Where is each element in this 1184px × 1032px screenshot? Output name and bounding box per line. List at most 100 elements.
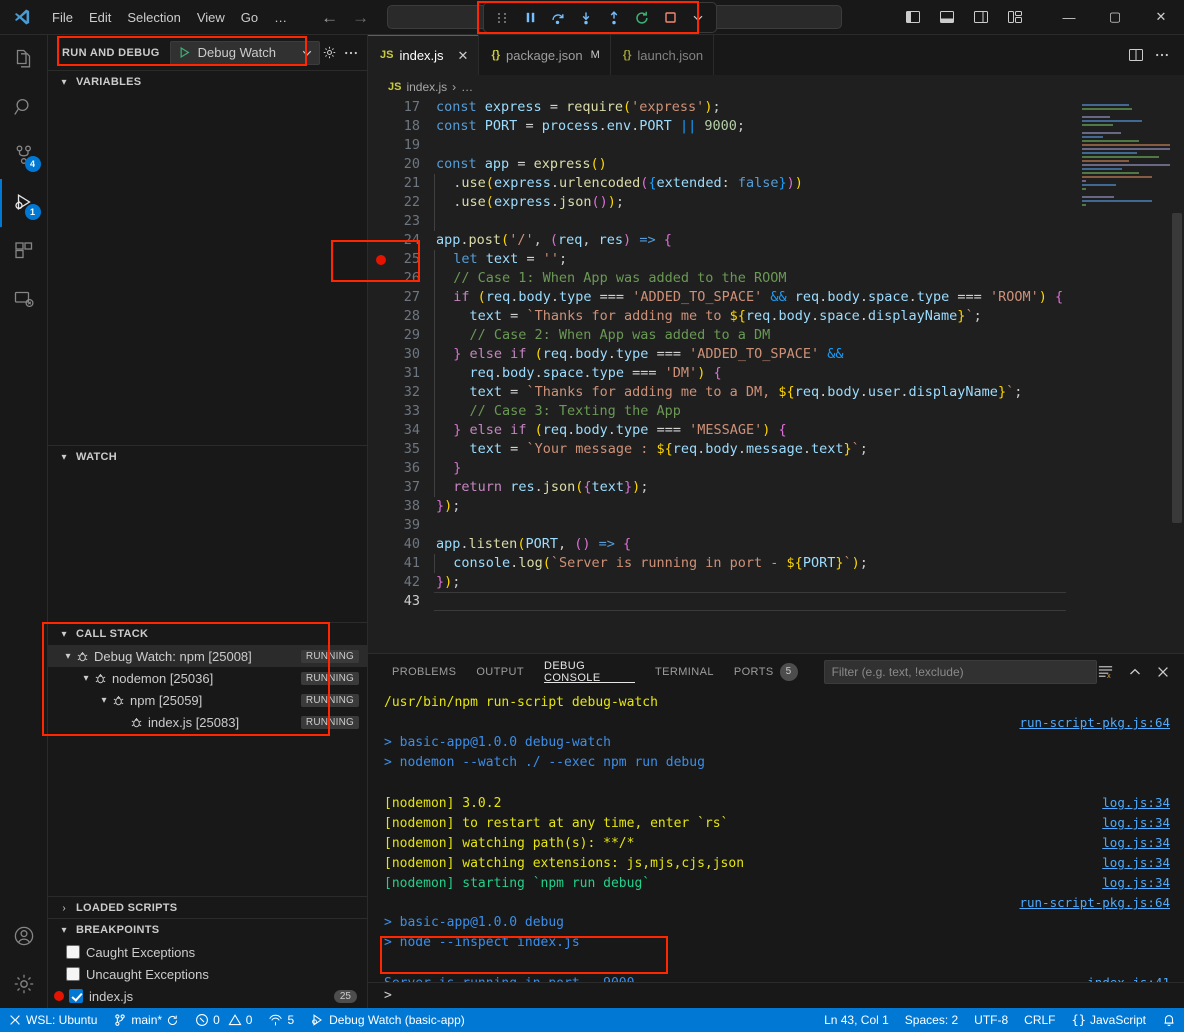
code-line-content[interactable]: }); — [434, 573, 460, 592]
launch-configuration-dropdown[interactable]: Debug Watch — [170, 41, 320, 65]
tab-package-json[interactable]: {} package.json M — [479, 35, 610, 75]
split-editor-icon[interactable] — [1128, 47, 1144, 63]
minimap[interactable] — [1076, 98, 1184, 653]
code-line-content[interactable]: // Case 2: When App was added to a DM — [434, 326, 770, 345]
code-line[interactable]: 34 } else if (req.body.type === 'MESSAGE… — [368, 421, 1076, 440]
code-line[interactable]: 26 // Case 1: When App was added to the … — [368, 269, 1076, 288]
code-line[interactable]: 17const express = require('express'); — [368, 98, 1076, 117]
code-line[interactable]: 32 text = `Thanks for adding me to a DM,… — [368, 383, 1076, 402]
editor-scrollbar-slider[interactable] — [1172, 213, 1182, 523]
close-icon[interactable]: ✕ — [458, 49, 469, 62]
chevron-down-icon[interactable]: ▾ — [78, 673, 94, 684]
console-source-link[interactable]: log.js:34 — [1102, 833, 1170, 853]
pause-button[interactable] — [516, 5, 544, 30]
code-line-content[interactable] — [434, 136, 444, 155]
debug-console-input[interactable]: > — [368, 982, 1184, 1008]
stop-button[interactable] — [656, 5, 684, 30]
code-line[interactable]: 40app.listen(PORT, () => { — [368, 535, 1076, 554]
activitybar-item-extensions[interactable] — [0, 227, 48, 275]
debug-console-output[interactable]: /usr/bin/npm run-script debug-watchrun-s… — [368, 689, 1184, 982]
code-line-content[interactable]: text = `Thanks for adding me to a DM, ${… — [434, 383, 1022, 402]
code-line-content[interactable]: req.body.space.type === 'DM') { — [434, 364, 722, 383]
console-source-link[interactable]: log.js:34 — [1102, 813, 1170, 833]
console-source-link[interactable]: index.js:41 — [1087, 973, 1170, 982]
code-line-content[interactable]: app.post('/', (req, res) => { — [434, 231, 672, 250]
code-line[interactable]: 42}); — [368, 573, 1076, 592]
code-line-content[interactable]: return res.json({text}); — [434, 478, 648, 497]
code-line[interactable]: 39 — [368, 516, 1076, 535]
sidebar-more-ellipsis-icon[interactable] — [343, 45, 359, 61]
code-line-content[interactable]: // Case 3: Texting the App — [434, 402, 681, 421]
console-source-link[interactable]: run-script-pkg.js:64 — [1019, 713, 1170, 733]
menu-view[interactable]: View — [189, 7, 233, 28]
tab-problems[interactable]: PROBLEMS — [382, 654, 466, 689]
step-over-button[interactable] — [544, 5, 572, 30]
code-line-content[interactable]: text = `Thanks for adding me to ${req.bo… — [434, 307, 982, 326]
debug-toolbar-more-icon[interactable] — [684, 5, 712, 30]
menu-edit[interactable]: Edit — [81, 7, 119, 28]
code-line[interactable]: 33 // Case 3: Texting the App — [368, 402, 1076, 421]
status-notifications[interactable] — [1154, 1008, 1184, 1032]
breakpoint-marker[interactable] — [368, 255, 394, 265]
console-source-link[interactable]: log.js:34 — [1102, 793, 1170, 813]
editor-more-actions-icon[interactable] — [1154, 47, 1170, 63]
activitybar-item-source-control[interactable]: 4 — [0, 131, 48, 179]
arrow-left-icon[interactable]: ← — [321, 9, 338, 26]
activitybar-item-run-and-debug[interactable]: 1 — [0, 179, 48, 227]
code-line[interactable]: 24app.post('/', (req, res) => { — [368, 231, 1076, 250]
breakpoint-checkbox[interactable] — [69, 989, 83, 1003]
chevron-down-icon[interactable]: ▾ — [96, 695, 112, 706]
code-line[interactable]: 37 return res.json({text}); — [368, 478, 1076, 497]
section-header-watch[interactable]: ▾ WATCH — [48, 446, 367, 468]
code-line-content[interactable]: const app = express() — [434, 155, 607, 174]
code-line-content[interactable]: .use(express.urlencoded({extended: false… — [434, 174, 803, 193]
menu-selection[interactable]: Selection — [119, 7, 188, 28]
console-source-link[interactable]: log.js:34 — [1102, 853, 1170, 873]
customize-layout-icon[interactable] — [1000, 4, 1030, 30]
tab-output[interactable]: OUTPUT — [466, 654, 534, 689]
tab-terminal[interactable]: TERMINAL — [645, 654, 724, 689]
status-problems[interactable]: 0 0 — [187, 1008, 260, 1032]
close-button[interactable]: ✕ — [1138, 0, 1184, 35]
activitybar-item-search[interactable] — [0, 83, 48, 131]
status-language-mode[interactable]: {} JavaScript — [1064, 1008, 1154, 1032]
activitybar-item-remote-explorer[interactable] — [0, 275, 48, 323]
code-line-content[interactable]: }); — [434, 497, 460, 516]
debug-settings-gear-icon[interactable] — [322, 45, 337, 60]
console-filter-input[interactable]: Filter (e.g. text, !exclude) — [824, 660, 1097, 684]
debug-toolbar-drag-handle[interactable] — [488, 5, 516, 30]
chevron-down-icon[interactable] — [301, 47, 313, 59]
activitybar-item-explorer[interactable] — [0, 35, 48, 83]
code-line[interactable]: 36 } — [368, 459, 1076, 478]
step-out-button[interactable] — [600, 5, 628, 30]
minimize-button[interactable]: — — [1046, 0, 1092, 35]
menu-more[interactable]: … — [266, 7, 295, 28]
toggle-primary-sidebar-icon[interactable] — [898, 4, 928, 30]
status-ports[interactable]: 5 — [260, 1008, 302, 1032]
code-line-content[interactable]: } else if (req.body.type === 'MESSAGE') … — [434, 421, 787, 440]
section-header-loaded-scripts[interactable]: › LOADED SCRIPTS — [48, 897, 367, 919]
activitybar-item-accounts[interactable] — [0, 912, 48, 960]
status-remote-host[interactable]: WSL: Ubuntu — [0, 1008, 105, 1032]
console-source-link[interactable]: run-script-pkg.js:64 — [1019, 893, 1170, 913]
section-header-call-stack[interactable]: ▾ CALL STACK — [48, 623, 367, 645]
section-header-breakpoints[interactable]: ▾ BREAKPOINTS — [48, 919, 367, 941]
code-line-content[interactable]: app.listen(PORT, () => { — [434, 535, 631, 554]
chevron-down-icon[interactable]: ▾ — [60, 651, 76, 662]
breakpoint-row-caught-exceptions[interactable]: Caught Exceptions — [48, 941, 367, 963]
code-editor[interactable]: 17const express = require('express');18c… — [368, 98, 1184, 653]
breadcrumb-file[interactable]: index.js — [406, 80, 447, 94]
code-line-content[interactable]: // Case 1: When App was added to the ROO… — [434, 269, 787, 288]
menu-go[interactable]: Go — [233, 7, 266, 28]
code-line[interactable]: 43 — [368, 592, 1076, 611]
tab-launch-json[interactable]: {} launch.json — [611, 35, 714, 75]
call-stack-row[interactable]: ▾ npm [25059] RUNNING — [48, 689, 367, 711]
code-line-content[interactable]: console.log(`Server is running in port -… — [434, 554, 868, 573]
status-encoding[interactable]: UTF-8 — [966, 1008, 1016, 1032]
restart-button[interactable] — [628, 5, 656, 30]
code-line[interactable]: 20const app = express() — [368, 155, 1076, 174]
code-line-content[interactable] — [434, 592, 1066, 611]
status-debug-session[interactable]: Debug Watch (basic-app) — [302, 1008, 473, 1032]
arrow-right-icon[interactable]: → — [352, 9, 369, 26]
status-branch[interactable]: main* — [105, 1008, 187, 1032]
